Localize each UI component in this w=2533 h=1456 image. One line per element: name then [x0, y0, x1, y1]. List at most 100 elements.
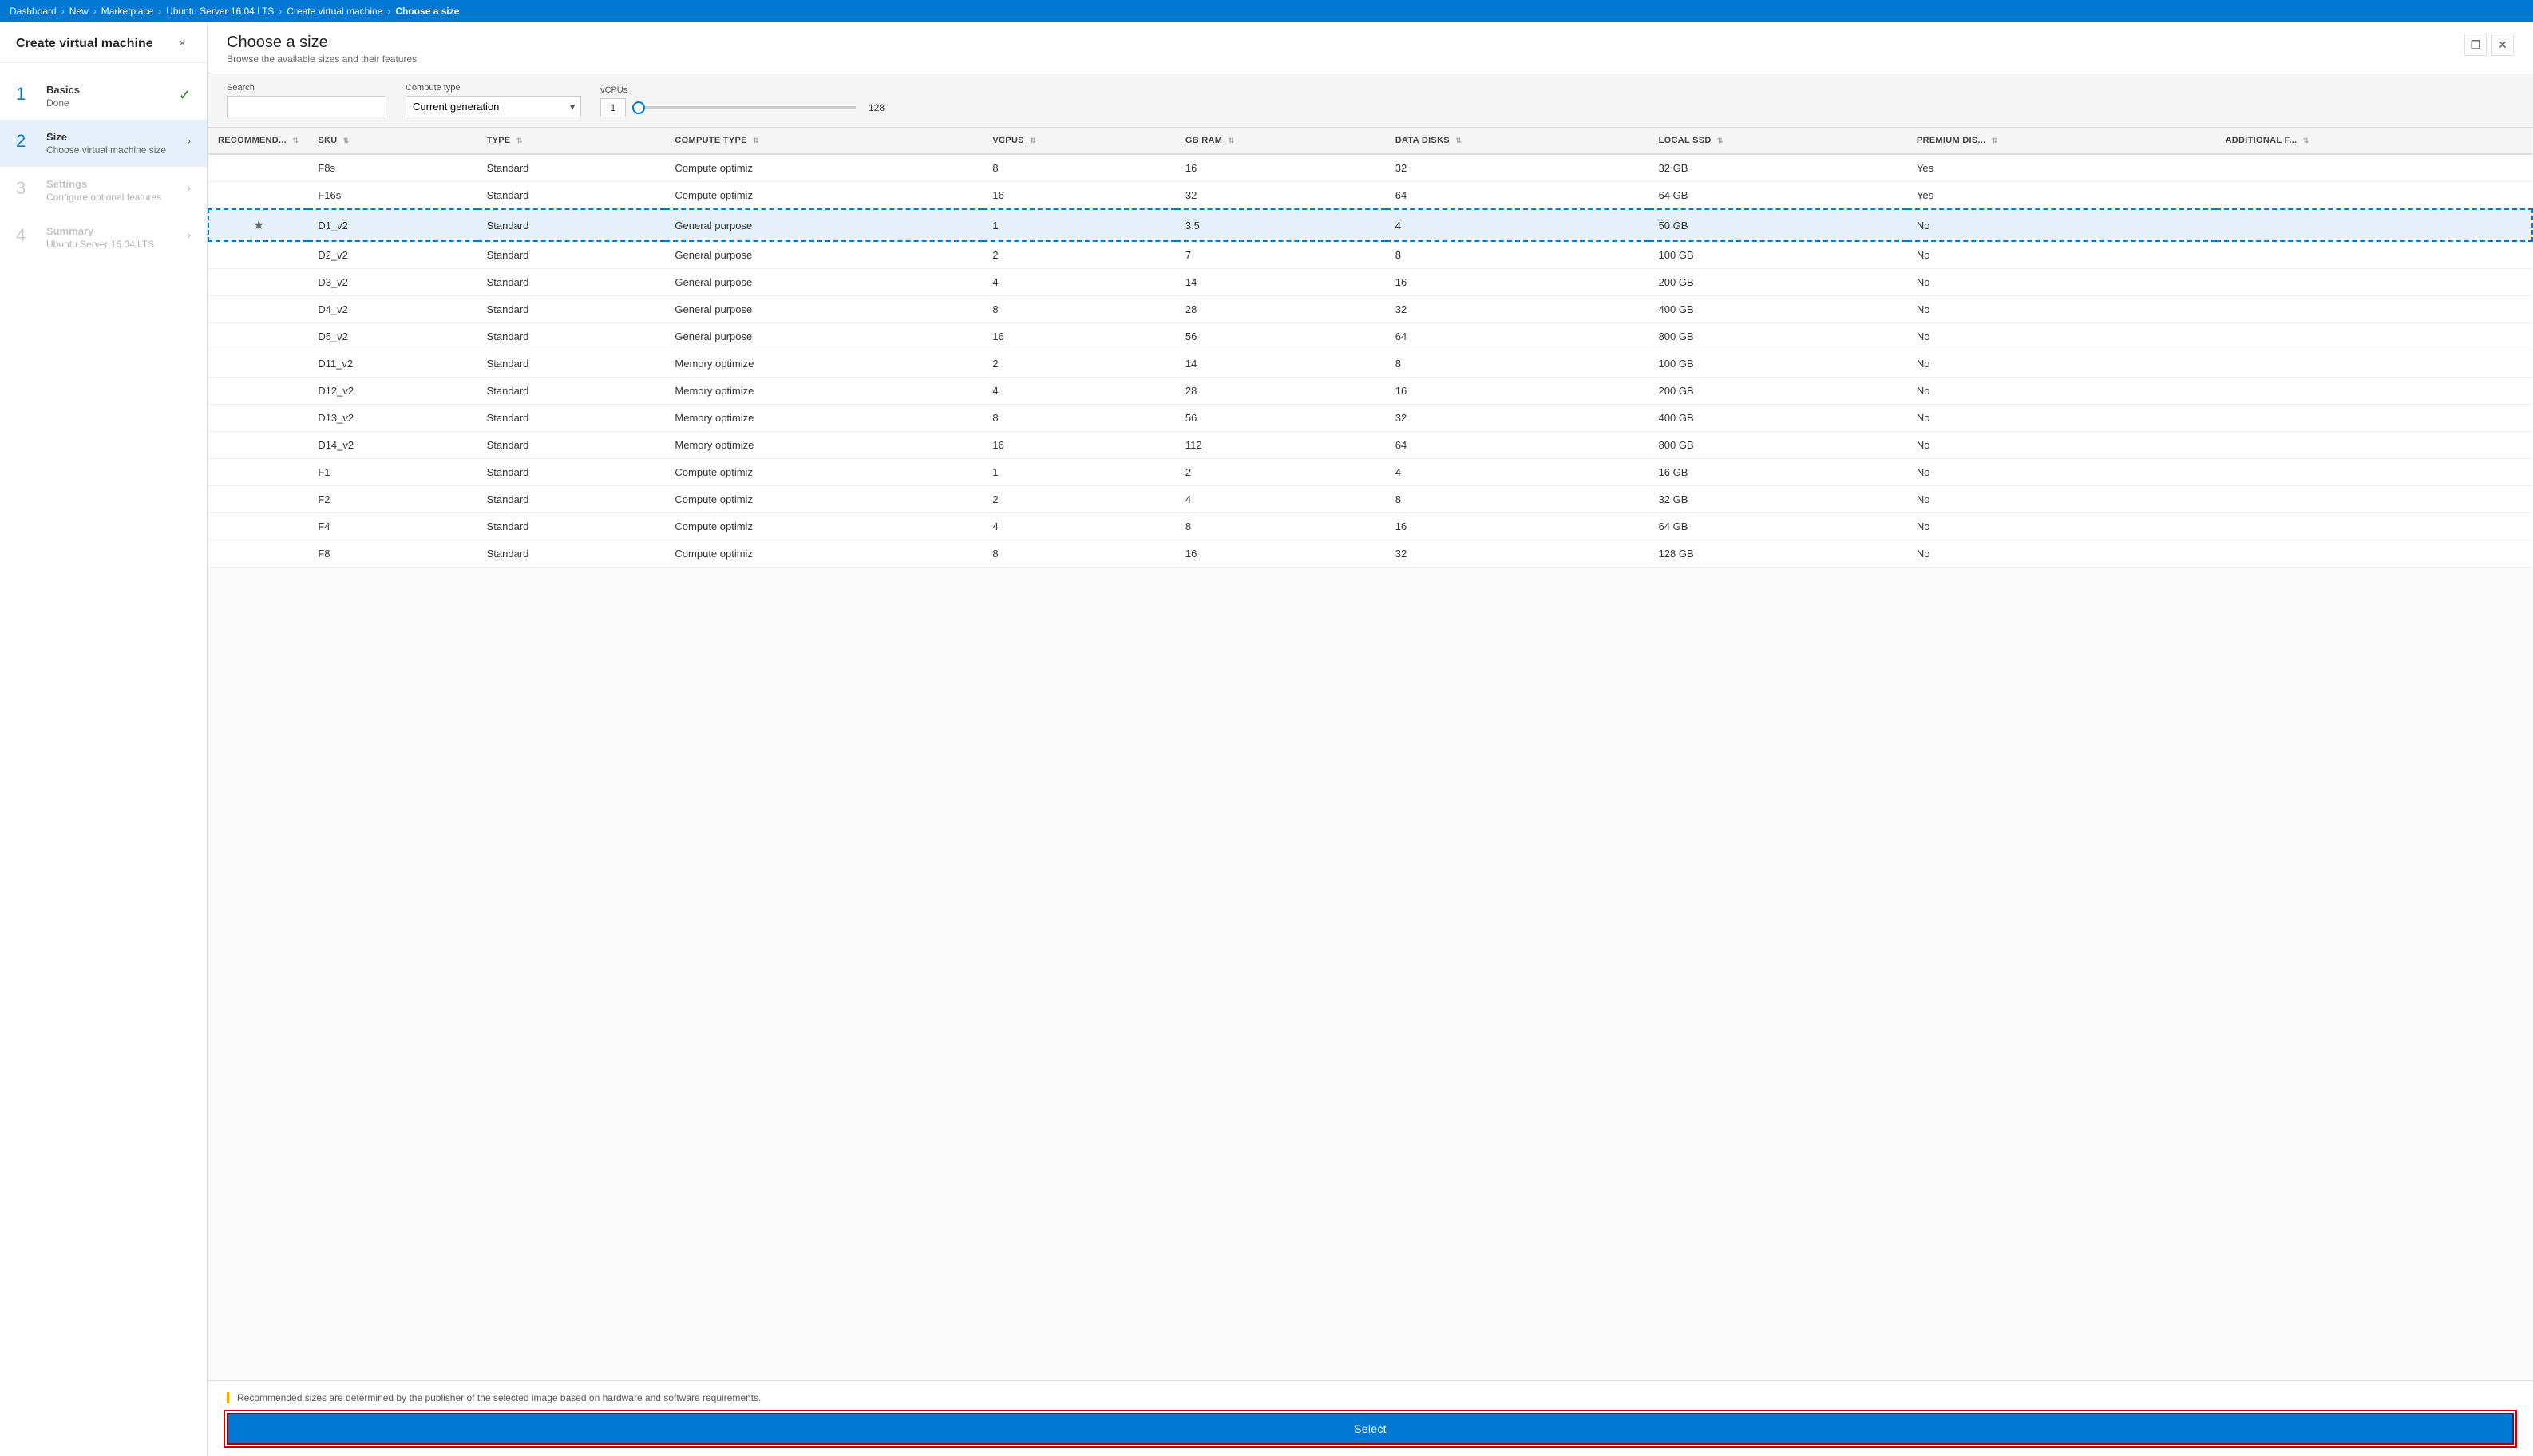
- cell-compute_type: Memory optimize: [665, 378, 983, 405]
- compute-type-wrapper: Current generation All generations: [406, 96, 581, 117]
- step-1-basics[interactable]: 1 Basics Done ✓: [0, 73, 207, 120]
- recommended-empty: [208, 182, 308, 210]
- cell-gb_ram: 16: [1176, 154, 1386, 182]
- cell-type: Standard: [477, 154, 666, 182]
- breadcrumb-dashboard[interactable]: Dashboard: [10, 6, 57, 17]
- footer: Recommended sizes are determined by the …: [208, 1380, 2533, 1456]
- vcpu-min-input[interactable]: [600, 98, 626, 117]
- chevron-right-icon-4: ›: [187, 228, 191, 241]
- cell-vcpus: 16: [983, 182, 1175, 210]
- cell-premium_disks: No: [1907, 432, 2216, 459]
- table-row[interactable]: D2_v2StandardGeneral purpose278100 GBNo: [208, 241, 2532, 269]
- step-2-size[interactable]: 2 Size Choose virtual machine size ›: [0, 120, 207, 167]
- cell-local_ssd: 200 GB: [1649, 269, 1907, 296]
- breadcrumb-create-vm[interactable]: Create virtual machine: [287, 6, 382, 17]
- cell-type: Standard: [477, 323, 666, 350]
- vcpu-slider[interactable]: [632, 106, 856, 109]
- right-panel: Choose a size Browse the available sizes…: [208, 22, 2533, 1456]
- table-row[interactable]: D11_v2StandardMemory optimize2148100 GBN…: [208, 350, 2532, 378]
- table-row[interactable]: F1StandardCompute optimiz12416 GBNo: [208, 459, 2532, 486]
- recommended-empty: [208, 269, 308, 296]
- cell-additional: [2216, 513, 2532, 540]
- col-premium-disks[interactable]: PREMIUM DIS... ⇅: [1907, 128, 2216, 154]
- recommended-star-icon: ★: [208, 209, 308, 241]
- col-compute-type[interactable]: COMPUTE TYPE ⇅: [665, 128, 983, 154]
- step-1-info: Basics Done: [46, 84, 179, 109]
- cell-local_ssd: 32 GB: [1649, 486, 1907, 513]
- col-gb-ram[interactable]: GB RAM ⇅: [1176, 128, 1386, 154]
- cell-sku: D14_v2: [308, 432, 477, 459]
- cell-local_ssd: 400 GB: [1649, 296, 1907, 323]
- table-row[interactable]: F4StandardCompute optimiz481664 GBNo: [208, 513, 2532, 540]
- recommended-empty: [208, 405, 308, 432]
- sizes-table-container: RECOMMEND... ⇅ SKU ⇅ TYPE ⇅ COMPUTE TYPE…: [208, 128, 2533, 1380]
- cell-data_disks: 32: [1386, 154, 1649, 182]
- cell-vcpus: 2: [983, 486, 1175, 513]
- cell-gb_ram: 2: [1176, 459, 1386, 486]
- table-row[interactable]: D5_v2StandardGeneral purpose165664800 GB…: [208, 323, 2532, 350]
- col-data-disks[interactable]: DATA DISKS ⇅: [1386, 128, 1649, 154]
- cell-premium_disks: No: [1907, 486, 2216, 513]
- cell-vcpus: 16: [983, 432, 1175, 459]
- step-3-info: Settings Configure optional features: [46, 178, 187, 203]
- cell-type: Standard: [477, 405, 666, 432]
- cell-vcpus: 8: [983, 154, 1175, 182]
- col-additional[interactable]: ADDITIONAL F... ⇅: [2216, 128, 2532, 154]
- cell-type: Standard: [477, 459, 666, 486]
- breadcrumb-new[interactable]: New: [69, 6, 89, 17]
- cell-vcpus: 8: [983, 540, 1175, 568]
- cell-data_disks: 4: [1386, 209, 1649, 241]
- cell-type: Standard: [477, 350, 666, 378]
- sort-arrows-premium-disks: ⇅: [1992, 136, 1998, 145]
- cell-premium_disks: No: [1907, 540, 2216, 568]
- close-panel-button[interactable]: ✕: [2491, 34, 2514, 56]
- sort-arrows-gb-ram: ⇅: [1229, 136, 1235, 145]
- col-recommended[interactable]: RECOMMEND... ⇅: [208, 128, 308, 154]
- table-row[interactable]: F16sStandardCompute optimiz16326464 GBYe…: [208, 182, 2532, 210]
- col-sku[interactable]: SKU ⇅: [308, 128, 477, 154]
- sort-arrows-type: ⇅: [516, 136, 523, 145]
- sidebar: Create virtual machine × 1 Basics Done ✓…: [0, 22, 208, 1456]
- cell-additional: [2216, 350, 2532, 378]
- table-row[interactable]: D12_v2StandardMemory optimize42816200 GB…: [208, 378, 2532, 405]
- table-row[interactable]: F2StandardCompute optimiz24832 GBNo: [208, 486, 2532, 513]
- col-vcpus[interactable]: VCPUS ⇅: [983, 128, 1175, 154]
- table-row[interactable]: F8StandardCompute optimiz81632128 GBNo: [208, 540, 2532, 568]
- select-button[interactable]: Select: [227, 1413, 2514, 1445]
- cell-vcpus: 16: [983, 323, 1175, 350]
- cell-local_ssd: 16 GB: [1649, 459, 1907, 486]
- cell-compute_type: Compute optimiz: [665, 486, 983, 513]
- table-row[interactable]: D3_v2StandardGeneral purpose41416200 GBN…: [208, 269, 2532, 296]
- col-type[interactable]: TYPE ⇅: [477, 128, 666, 154]
- sidebar-title: Create virtual machine: [16, 37, 153, 51]
- cell-sku: F4: [308, 513, 477, 540]
- close-sidebar-button[interactable]: ×: [174, 35, 191, 53]
- compute-type-select[interactable]: Current generation All generations: [406, 96, 581, 117]
- breadcrumb-marketplace[interactable]: Marketplace: [101, 6, 153, 17]
- table-row[interactable]: F8sStandardCompute optimiz8163232 GBYes: [208, 154, 2532, 182]
- cell-gb_ram: 28: [1176, 296, 1386, 323]
- cell-vcpus: 2: [983, 350, 1175, 378]
- col-local-ssd[interactable]: LOCAL SSD ⇅: [1649, 128, 1907, 154]
- restore-button[interactable]: ❐: [2464, 34, 2487, 56]
- table-row[interactable]: ★D1_v2StandardGeneral purpose13.5450 GBN…: [208, 209, 2532, 241]
- cell-premium_disks: No: [1907, 269, 2216, 296]
- table-row[interactable]: D4_v2StandardGeneral purpose82832400 GBN…: [208, 296, 2532, 323]
- recommended-empty: [208, 486, 308, 513]
- cell-compute_type: Compute optimiz: [665, 459, 983, 486]
- cell-data_disks: 8: [1386, 241, 1649, 269]
- recommended-empty: [208, 323, 308, 350]
- cell-type: Standard: [477, 269, 666, 296]
- cell-local_ssd: 50 GB: [1649, 209, 1907, 241]
- cell-additional: [2216, 296, 2532, 323]
- search-input[interactable]: [227, 96, 386, 117]
- cell-compute_type: General purpose: [665, 241, 983, 269]
- cell-local_ssd: 100 GB: [1649, 350, 1907, 378]
- recommended-empty: [208, 350, 308, 378]
- cell-data_disks: 8: [1386, 350, 1649, 378]
- table-row[interactable]: D13_v2StandardMemory optimize85632400 GB…: [208, 405, 2532, 432]
- table-row[interactable]: D14_v2StandardMemory optimize1611264800 …: [208, 432, 2532, 459]
- cell-gb_ram: 56: [1176, 405, 1386, 432]
- cell-gb_ram: 16: [1176, 540, 1386, 568]
- breadcrumb-ubuntu[interactable]: Ubuntu Server 16.04 LTS: [166, 6, 274, 17]
